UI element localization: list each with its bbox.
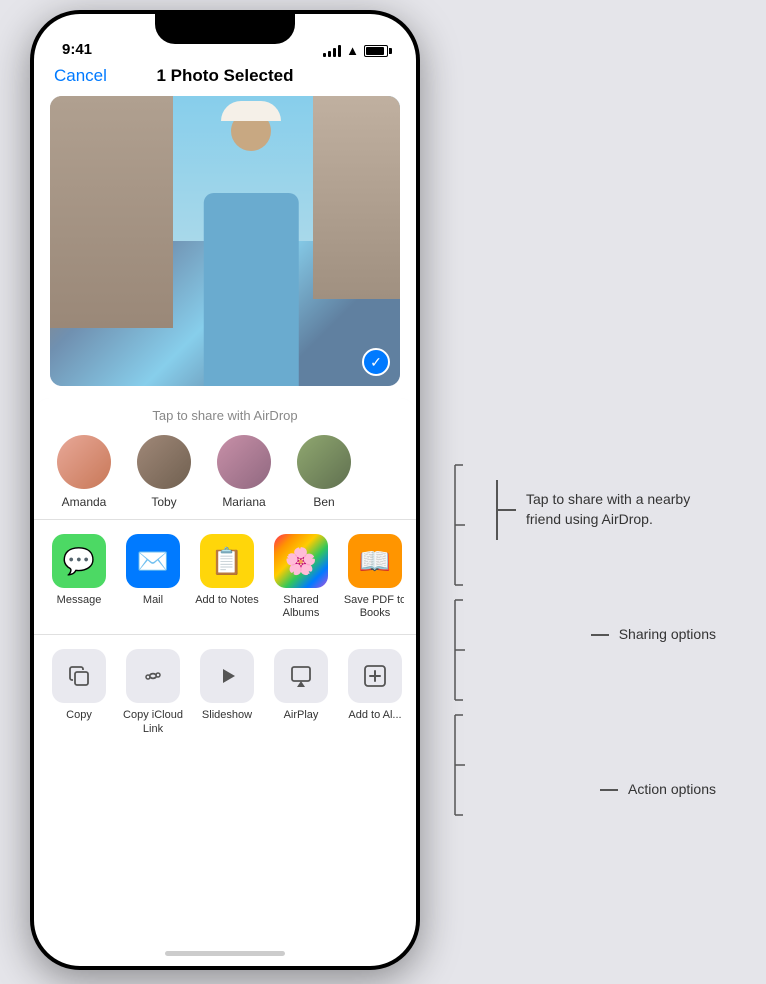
- app-notes-label: Add to Notes: [195, 594, 259, 607]
- app-message-label: Message: [57, 594, 102, 607]
- airdrop-annotation-text: Tap to share with a nearby friend using …: [526, 490, 716, 529]
- signal-icon: [323, 45, 341, 57]
- contact-name-ben: Ben: [313, 495, 334, 509]
- contact-name-toby: Toby: [151, 495, 176, 509]
- person-figure: [173, 111, 331, 387]
- person-head: [231, 111, 271, 151]
- app-message[interactable]: 💬 Message: [46, 534, 112, 620]
- app-shared-albums[interactable]: 🌸 Shared Albums: [268, 534, 334, 620]
- home-indicator: [165, 951, 285, 956]
- airdrop-annotation-group: Tap to share with a nearby friend using …: [496, 480, 716, 540]
- action-slideshow[interactable]: Slideshow: [194, 649, 260, 735]
- action-annotation-text: Action options: [628, 780, 716, 800]
- avatar-toby: [137, 435, 191, 489]
- wifi-icon: ▲: [346, 43, 359, 58]
- app-mail[interactable]: ✉️ Mail: [120, 534, 186, 620]
- action-copy[interactable]: Copy: [46, 649, 112, 735]
- actions-section: Copy Copy iCloud Li: [34, 635, 416, 749]
- contact-name-amanda: Amanda: [62, 495, 107, 509]
- phone-screen: 9:41 ▲ Cancel 1 Photo Selected: [34, 14, 416, 966]
- icloud-link-icon: [126, 649, 180, 703]
- person-hat: [221, 101, 281, 121]
- app-mail-label: Mail: [143, 594, 163, 607]
- app-shared-albums-label: Shared Albums: [268, 594, 334, 620]
- action-annotation-group: Action options: [600, 780, 716, 800]
- app-books[interactable]: 📖 Save PDF to Books: [342, 534, 404, 620]
- person-dress: [204, 193, 299, 386]
- action-add-label: Add to Al...: [348, 709, 401, 722]
- share-sheet: Tap to share with AirDrop Amanda Toby: [34, 398, 416, 750]
- actions-row: Copy Copy iCloud Li: [46, 649, 404, 735]
- status-time: 9:41: [62, 41, 92, 58]
- nav-bar: Cancel 1 Photo Selected: [34, 64, 416, 96]
- action-icloud-label: Copy iCloud Link: [120, 709, 186, 735]
- contact-name-mariana: Mariana: [222, 495, 265, 509]
- photo-image: [50, 96, 400, 386]
- photos-icon: 🌸: [274, 534, 328, 588]
- notes-icon: 📋: [200, 534, 254, 588]
- bracket-svg: [415, 455, 465, 875]
- contact-toby[interactable]: Toby: [124, 435, 204, 509]
- avatar-ben: [297, 435, 351, 489]
- photo-container[interactable]: ✓: [50, 96, 400, 386]
- cancel-button[interactable]: Cancel: [54, 66, 107, 86]
- buildings-left: [50, 96, 173, 328]
- battery-icon: [364, 45, 388, 57]
- avatar-amanda: [57, 435, 111, 489]
- status-icons: ▲: [323, 43, 388, 58]
- app-books-label: Save PDF to Books: [342, 594, 404, 620]
- action-airplay[interactable]: AirPlay: [268, 649, 334, 735]
- app-notes[interactable]: 📋 Add to Notes: [194, 534, 260, 620]
- apps-section: 💬 Message ✉️ Mail 📋 Add to Notes: [34, 520, 416, 635]
- notch: [155, 14, 295, 44]
- scene: 9:41 ▲ Cancel 1 Photo Selected: [0, 0, 766, 984]
- page-title: 1 Photo Selected: [157, 66, 294, 86]
- books-icon: 📖: [348, 534, 402, 588]
- action-airplay-label: AirPlay: [284, 709, 319, 722]
- copy-icon: [52, 649, 106, 703]
- message-icon: 💬: [52, 534, 106, 588]
- sharing-annotation-text: Sharing options: [619, 625, 716, 645]
- phone-frame: 9:41 ▲ Cancel 1 Photo Selected: [30, 10, 420, 970]
- avatar-mariana: [217, 435, 271, 489]
- slideshow-icon: [200, 649, 254, 703]
- apps-row: 💬 Message ✉️ Mail 📋 Add to Notes: [46, 534, 404, 620]
- airdrop-label: Tap to share with AirDrop: [34, 408, 416, 423]
- add-to-album-icon: [348, 649, 402, 703]
- airdrop-contacts: Amanda Toby Mariana Ben: [34, 435, 416, 509]
- contact-mariana[interactable]: Mariana: [204, 435, 284, 509]
- action-slideshow-label: Slideshow: [202, 709, 252, 722]
- airplay-icon: [274, 649, 328, 703]
- contact-ben[interactable]: Ben: [284, 435, 364, 509]
- selection-checkmark: ✓: [362, 348, 390, 376]
- airdrop-section: Tap to share with AirDrop Amanda Toby: [34, 398, 416, 520]
- action-copy-label: Copy: [66, 709, 92, 722]
- sharing-annotation-group: Sharing options: [591, 625, 716, 645]
- mail-icon: ✉️: [126, 534, 180, 588]
- action-copy-icloud[interactable]: Copy iCloud Link: [120, 649, 186, 735]
- action-add-to-album[interactable]: Add to Al...: [342, 649, 404, 735]
- contact-amanda[interactable]: Amanda: [44, 435, 124, 509]
